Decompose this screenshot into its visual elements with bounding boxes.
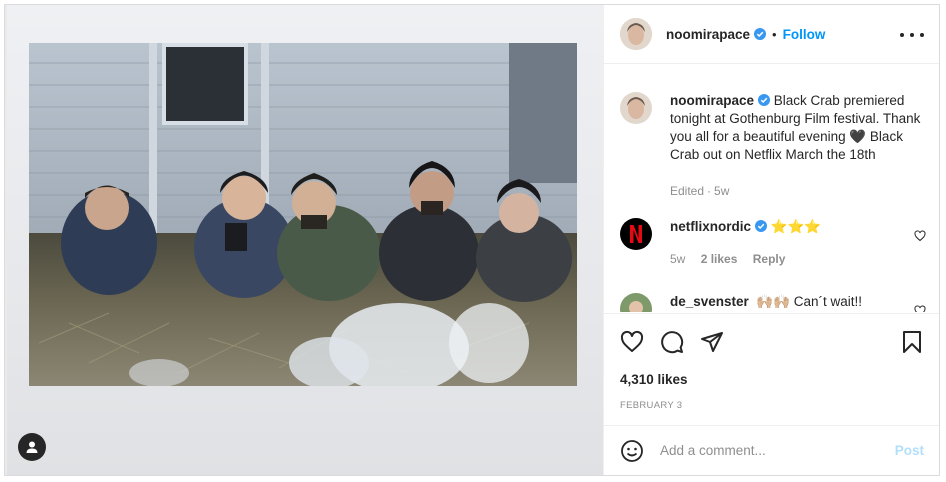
- comment-icon[interactable]: [660, 330, 684, 354]
- comment-likes[interactable]: 2 likes: [701, 252, 738, 266]
- bookmark-icon[interactable]: [900, 330, 924, 354]
- more-options-icon[interactable]: [900, 27, 924, 43]
- author-username[interactable]: noomirapace: [666, 27, 750, 42]
- netflix-logo-icon: [630, 225, 642, 243]
- user-tag-button[interactable]: [18, 433, 46, 461]
- caption-username[interactable]: noomirapace: [670, 93, 754, 108]
- netflix-avatar[interactable]: [620, 218, 652, 250]
- comment-text: ⭐⭐⭐: [770, 219, 822, 234]
- follow-button[interactable]: Follow: [783, 27, 826, 42]
- add-comment-input[interactable]: [660, 443, 880, 458]
- caption-time[interactable]: 5w: [714, 184, 729, 198]
- caption-meta: Edited · 5w: [670, 184, 730, 198]
- post-photo: [29, 43, 577, 386]
- post-comment-button[interactable]: Post: [895, 443, 924, 458]
- author-avatar[interactable]: [620, 18, 652, 50]
- edited-label: Edited: [670, 184, 705, 198]
- comment-body: netflixnordic ⭐⭐⭐ 5w 2 likes Reply: [670, 218, 922, 268]
- polaroid-frame: [7, 5, 603, 475]
- post-date: FEBRUARY 3: [620, 400, 683, 411]
- comment-username[interactable]: netflixnordic: [670, 219, 751, 234]
- verified-badge-icon: [758, 94, 771, 106]
- emoji-icon[interactable]: [620, 439, 644, 463]
- comment-text: 🙌🏼🙌🏼 Can´t wait!!: [756, 294, 862, 309]
- comment-row: de_svenster 🙌🏼🙌🏼 Can´t wait!!: [620, 293, 930, 312]
- add-comment-bar: Post: [604, 425, 939, 475]
- comment-username[interactable]: de_svenster: [670, 294, 749, 309]
- comments-list[interactable]: noomirapace Black Crab premiered tonight…: [604, 65, 939, 312]
- caption-avatar[interactable]: [620, 92, 652, 124]
- comment-like-heart-icon[interactable]: [914, 305, 926, 312]
- comment-body: de_svenster 🙌🏼🙌🏼 Can´t wait!!: [670, 293, 922, 311]
- reply-button[interactable]: Reply: [753, 252, 786, 266]
- comment-time[interactable]: 5w: [670, 252, 685, 266]
- post-dialog: noomirapace • Follow noomirapace Black C…: [4, 4, 940, 476]
- verified-badge-icon: [755, 220, 768, 232]
- post-header: noomirapace • Follow: [604, 5, 939, 64]
- comment-like-heart-icon[interactable]: [914, 230, 926, 242]
- user-tag-icon: [26, 441, 38, 453]
- caption-row: noomirapace Black Crab premiered tonight…: [620, 92, 930, 202]
- verified-badge-icon: [754, 28, 767, 40]
- action-bar: 4,310 likes FEBRUARY 3: [604, 313, 939, 425]
- heart-icon[interactable]: [620, 330, 644, 354]
- post-media[interactable]: [5, 5, 603, 475]
- likes-count[interactable]: 4,310 likes: [620, 372, 688, 387]
- de-svenster-avatar[interactable]: [620, 293, 652, 312]
- post-panel: noomirapace • Follow noomirapace Black C…: [603, 5, 939, 475]
- paper-plane-icon[interactable]: [700, 330, 724, 354]
- comment-row: netflixnordic ⭐⭐⭐ 5w 2 likes Reply: [620, 218, 930, 278]
- caption-body: noomirapace Black Crab premiered tonight…: [670, 92, 922, 200]
- separator-dot: •: [772, 26, 777, 42]
- comment-meta: 5w 2 likes Reply: [670, 250, 922, 268]
